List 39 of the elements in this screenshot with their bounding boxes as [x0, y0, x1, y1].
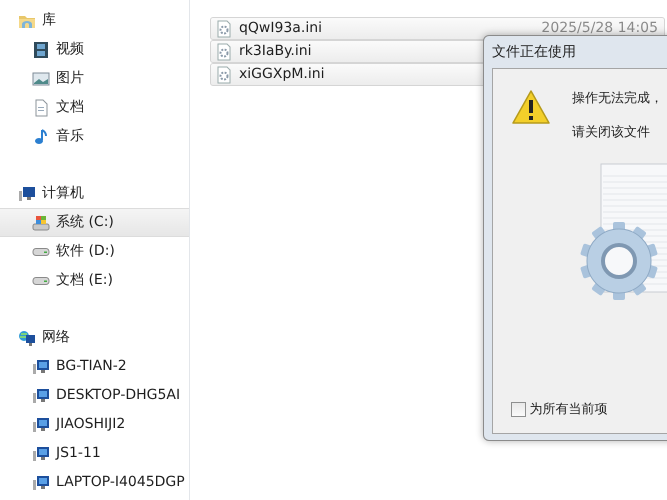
computer-icon	[32, 474, 50, 492]
dialog-instruction: 请关闭该文件	[572, 124, 651, 142]
drive-icon	[32, 276, 50, 286]
drive-icon	[32, 214, 50, 232]
sidebar-item[interactable]: 文档	[56, 97, 84, 118]
warning-icon	[511, 89, 551, 125]
sidebar-item[interactable]: LAPTOP-I4045DGP	[56, 472, 185, 493]
sidebar-item[interactable]: JIAOSHIJI2	[56, 414, 126, 435]
settings-file-icon	[215, 66, 233, 84]
sidebar-item[interactable]: JS1-11	[56, 443, 101, 464]
sidebar-item[interactable]: BG-TIAN-2	[56, 356, 127, 377]
settings-file-icon	[215, 20, 233, 38]
sidebar-item[interactable]: 软件 (D:)	[56, 241, 115, 262]
drive-icon	[32, 246, 50, 256]
sidebar-heading[interactable]: 计算机	[42, 183, 84, 204]
music-note-icon	[32, 128, 50, 146]
file-row[interactable]: qQwI93a.ini 2025/5/28 14:05	[210, 17, 665, 40]
file-date: 2025/5/28 14:05	[541, 19, 658, 38]
sidebar-heading[interactable]: 网络	[42, 327, 70, 348]
film-icon	[32, 40, 50, 58]
sidebar-item[interactable]: 图片	[56, 68, 84, 89]
network-icon	[18, 328, 36, 346]
dialog-message: 操作无法完成，	[572, 90, 663, 108]
sidebar-heading[interactable]: 库	[42, 10, 56, 31]
dialog-title: 文件正在使用	[492, 42, 576, 62]
computer-icon	[32, 416, 50, 434]
settings-file-icon	[215, 42, 233, 60]
sidebar-item[interactable]: 音乐	[56, 126, 84, 147]
sidebar-item[interactable]: 系统 (C:)	[56, 212, 114, 233]
computer-icon	[32, 386, 50, 404]
sidebar-item[interactable]: 文档 (E:)	[56, 270, 113, 291]
computer-icon	[32, 358, 50, 376]
picture-icon	[32, 70, 50, 88]
computer-icon	[18, 184, 36, 202]
sidebar-item[interactable]: DESKTOP-DHG5AI	[56, 385, 180, 406]
checkbox-label: 为所有当前项	[530, 400, 608, 418]
sidebar-item[interactable]: 视频	[56, 39, 84, 60]
checkbox[interactable]	[511, 402, 526, 417]
computer-icon	[32, 444, 50, 462]
